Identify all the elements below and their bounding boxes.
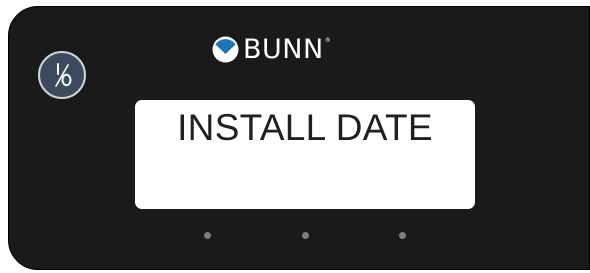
power-button[interactable] (38, 51, 86, 99)
power-toggle-icon (55, 63, 72, 87)
display-text: INSTALL DATE (177, 107, 433, 148)
lcd-display: INSTALL DATE (135, 100, 475, 209)
brand-mark-icon (212, 36, 239, 62)
right-button[interactable] (399, 232, 406, 239)
brand-name: BUNN (243, 33, 324, 65)
center-button[interactable] (302, 232, 309, 239)
brand-logo: BUNN ® (212, 34, 331, 64)
left-button[interactable] (204, 232, 211, 239)
registered-mark: ® (324, 37, 331, 44)
